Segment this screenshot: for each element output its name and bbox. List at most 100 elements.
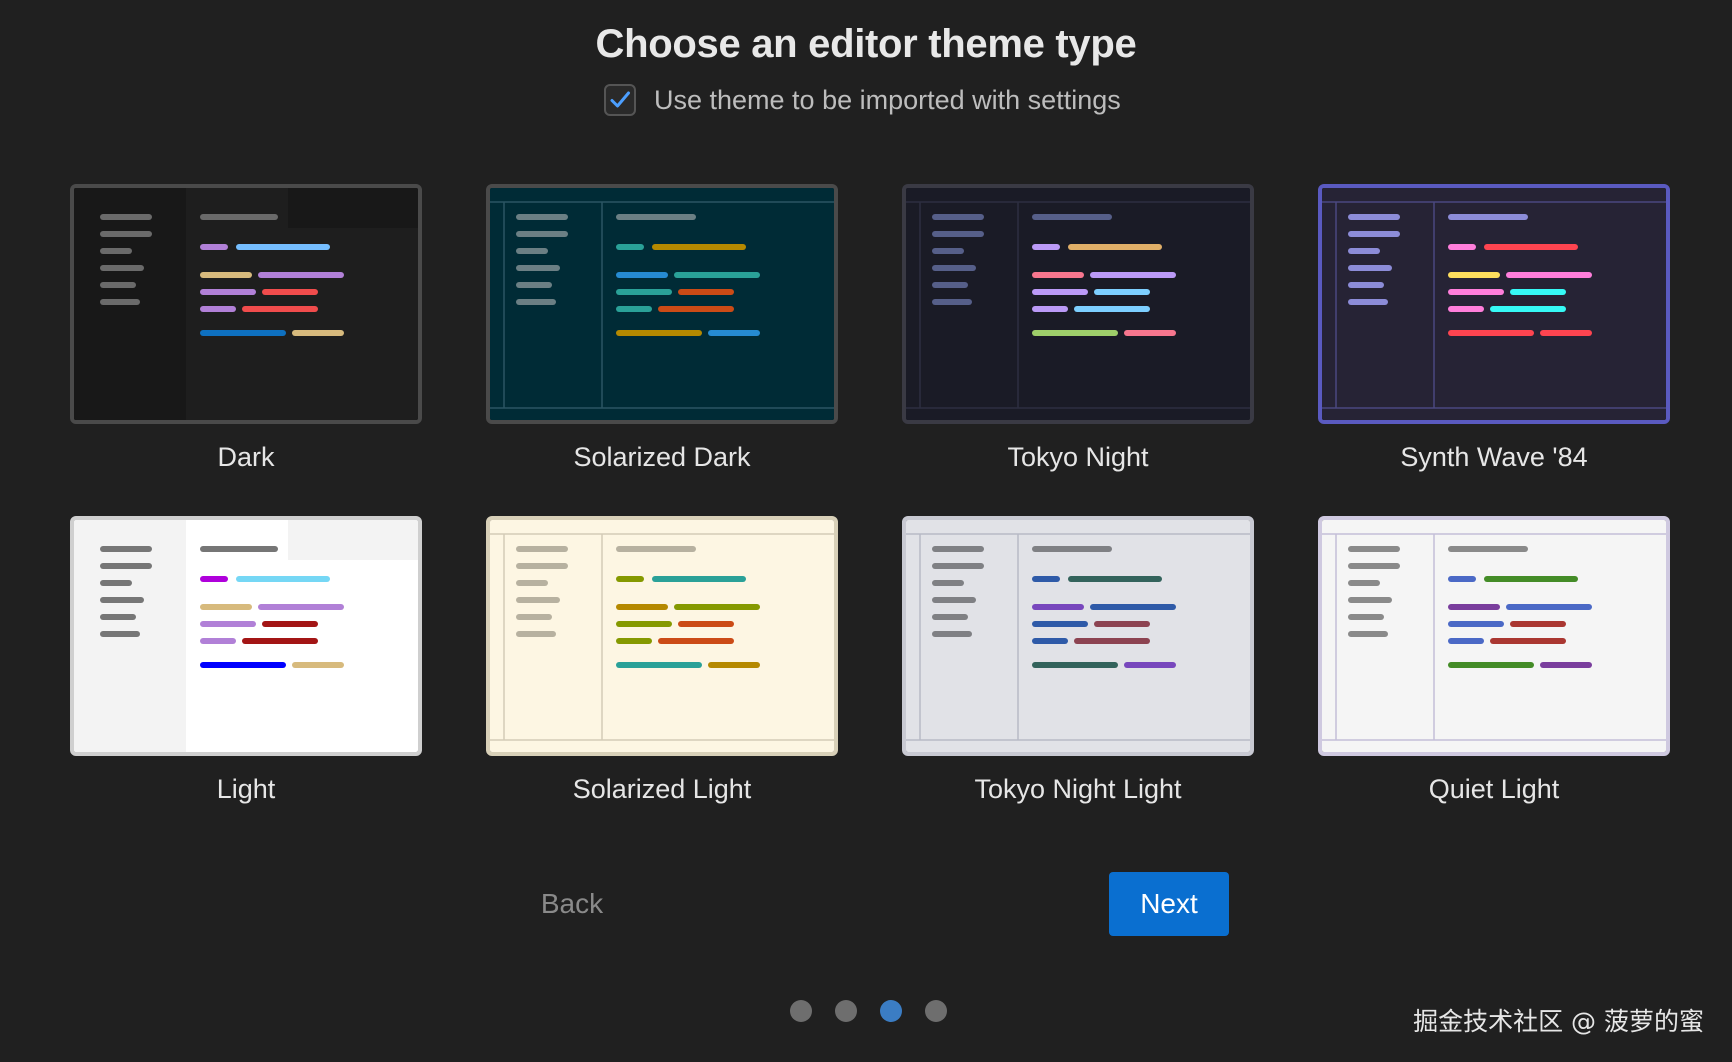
code-line xyxy=(1032,330,1118,336)
theme-preview-drawing xyxy=(74,520,418,752)
theme-card-dark[interactable]: Dark xyxy=(70,184,422,473)
tab-title-line xyxy=(1448,546,1528,552)
sidebar-line xyxy=(1348,265,1392,271)
tab-title-line xyxy=(1032,214,1112,220)
code-line xyxy=(1032,306,1068,312)
code-line xyxy=(1540,330,1592,336)
code-line xyxy=(200,330,286,336)
theme-name: Synth Wave '84 xyxy=(1400,442,1588,472)
code-line xyxy=(200,662,286,668)
code-line xyxy=(236,244,330,250)
pager-dot-active[interactable] xyxy=(880,1000,902,1022)
pager-dot[interactable] xyxy=(925,1000,947,1022)
code-line xyxy=(708,330,760,336)
code-line xyxy=(678,621,734,627)
code-line xyxy=(262,289,318,295)
sidebar-line xyxy=(100,214,152,220)
sidebar-line xyxy=(1348,563,1400,569)
tab-title-line xyxy=(1032,546,1112,552)
sidebar-line xyxy=(100,231,152,237)
theme-picker-page: Choose an editor theme type Use theme to… xyxy=(0,0,1732,1062)
sidebar-line xyxy=(1348,248,1380,254)
code-line xyxy=(678,289,734,295)
pager-dots xyxy=(790,1000,970,1022)
code-line xyxy=(1032,576,1060,582)
sidebar-line xyxy=(100,546,152,552)
theme-preview xyxy=(70,516,422,756)
sidebar-line xyxy=(932,597,976,603)
theme-preview xyxy=(902,184,1254,424)
sidebar-line xyxy=(1348,282,1384,288)
theme-card-tokyo-night-light[interactable]: Tokyo Night Light xyxy=(902,516,1254,805)
code-line xyxy=(242,306,318,312)
code-line xyxy=(236,576,330,582)
sidebar-line xyxy=(516,614,552,620)
theme-preview xyxy=(486,184,838,424)
code-line xyxy=(1540,662,1592,668)
code-line xyxy=(200,306,236,312)
pager-dot[interactable] xyxy=(790,1000,812,1022)
sidebar-line xyxy=(100,580,132,586)
next-button[interactable]: Next xyxy=(1109,872,1229,936)
code-line xyxy=(1124,330,1176,336)
theme-card-synth-wave[interactable]: Synth Wave '84 xyxy=(1318,184,1670,473)
pager-dot[interactable] xyxy=(835,1000,857,1022)
code-line xyxy=(616,272,668,278)
sidebar-line xyxy=(516,631,556,637)
code-line xyxy=(258,272,344,278)
sidebar-line xyxy=(516,214,568,220)
code-line xyxy=(708,662,760,668)
sidebar-line xyxy=(100,631,140,637)
sidebar-line xyxy=(516,546,568,552)
code-line xyxy=(1068,576,1162,582)
theme-preview-drawing xyxy=(490,188,834,420)
sidebar-line xyxy=(932,631,972,637)
code-line xyxy=(1448,604,1500,610)
sidebar-line xyxy=(100,248,132,254)
theme-preview-drawing xyxy=(74,188,418,420)
import-theme-label: Use theme to be imported with settings xyxy=(654,84,1121,115)
code-line xyxy=(1032,244,1060,250)
code-line xyxy=(1090,272,1176,278)
sidebar-line xyxy=(1348,631,1388,637)
code-line xyxy=(1506,604,1592,610)
sidebar-line xyxy=(1348,299,1388,305)
import-theme-option[interactable]: Use theme to be imported with settings xyxy=(604,84,1121,116)
theme-card-light[interactable]: Light xyxy=(70,516,422,805)
code-line xyxy=(292,330,344,336)
sidebar-line xyxy=(932,265,976,271)
back-button[interactable]: Back xyxy=(520,872,624,936)
sidebar-line xyxy=(932,282,968,288)
code-line xyxy=(1448,662,1534,668)
theme-preview xyxy=(1318,184,1670,424)
code-line xyxy=(1506,272,1592,278)
sidebar-line xyxy=(100,614,136,620)
code-line xyxy=(616,638,652,644)
code-line xyxy=(616,662,702,668)
sidebar-line xyxy=(100,597,144,603)
code-line xyxy=(1074,306,1150,312)
tab-title-line xyxy=(616,546,696,552)
sidebar-line xyxy=(516,580,548,586)
theme-card-solarized-light[interactable]: Solarized Light xyxy=(486,516,838,805)
sidebar-line xyxy=(516,248,548,254)
code-line xyxy=(1484,576,1578,582)
theme-card-tokyo-night[interactable]: Tokyo Night xyxy=(902,184,1254,473)
sidebar-line xyxy=(516,299,556,305)
theme-preview xyxy=(486,516,838,756)
sidebar-line xyxy=(516,597,560,603)
code-line xyxy=(200,621,256,627)
code-line xyxy=(242,638,318,644)
code-line xyxy=(1510,289,1566,295)
sidebar-line xyxy=(932,614,968,620)
code-line xyxy=(1074,638,1150,644)
theme-card-quiet-light[interactable]: Quiet Light xyxy=(1318,516,1670,805)
import-theme-checkbox[interactable] xyxy=(604,84,636,116)
sidebar-line xyxy=(1348,614,1384,620)
theme-card-solarized-dark[interactable]: Solarized Dark xyxy=(486,184,838,473)
theme-name: Solarized Dark xyxy=(573,442,751,472)
checkmark-icon xyxy=(610,91,630,108)
code-line xyxy=(1068,244,1162,250)
tab-title-line xyxy=(1448,214,1528,220)
code-line xyxy=(616,306,652,312)
